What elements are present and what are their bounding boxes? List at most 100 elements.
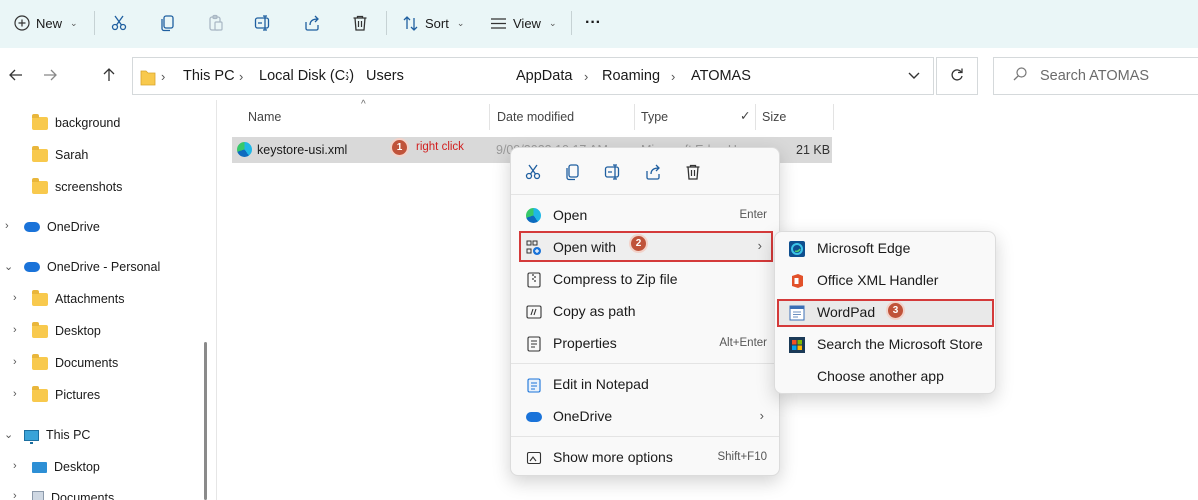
column-header-size[interactable]: Size (762, 110, 786, 124)
breadcrumb-users[interactable]: Users (366, 68, 404, 84)
rename-icon (254, 14, 272, 32)
cut-icon[interactable] (523, 162, 543, 182)
sidebar-item-onedrive-personal[interactable]: OneDrive - Personal (24, 256, 160, 278)
chevron-down-icon: ⌄ (548, 17, 557, 28)
chevron-down-icon[interactable]: ⌄ (4, 428, 13, 441)
quick-actions-bar (511, 148, 779, 193)
column-header-type[interactable]: Type (641, 110, 668, 124)
rename-icon[interactable] (603, 162, 623, 182)
up-button[interactable] (97, 64, 121, 88)
sidebar-item-pc-documents[interactable]: Documents (32, 487, 114, 500)
office-icon (789, 273, 805, 289)
sidebar-item-pc-desktop[interactable]: Desktop (32, 456, 100, 478)
edge-icon (237, 142, 252, 157)
cut-button[interactable] (110, 8, 128, 38)
breadcrumb-local-disk[interactable]: Local Disk (C:) (259, 68, 354, 84)
address-bar[interactable]: › This PC › Local Disk (C:) › Users AppD… (132, 57, 934, 95)
column-divider[interactable] (833, 104, 834, 130)
column-header-date-modified[interactable]: Date modified (497, 110, 574, 124)
chevron-right-icon[interactable]: › (13, 490, 17, 500)
refresh-button[interactable] (936, 57, 978, 95)
column-divider[interactable] (755, 104, 756, 130)
menu-item-compress-zip[interactable]: Compress to Zip file (519, 264, 773, 294)
chevron-right-icon[interactable]: › (13, 460, 17, 472)
sidebar-item-label: OneDrive - Personal (47, 260, 161, 274)
wordpad-icon (789, 305, 805, 321)
copy-button[interactable] (159, 8, 177, 38)
copy-icon[interactable] (563, 162, 583, 182)
share-button[interactable] (303, 8, 321, 38)
column-divider[interactable] (634, 104, 635, 130)
submenu-item-label: Office XML Handler (817, 272, 939, 288)
sort-icon (402, 15, 419, 32)
share-icon[interactable] (643, 162, 663, 182)
sidebar-item-documents[interactable]: Documents (32, 352, 118, 374)
copy-path-icon (525, 303, 542, 320)
sidebar-item-background[interactable]: background (32, 112, 120, 134)
submenu-item-office-xml-handler[interactable]: Office XML Handler (777, 267, 994, 295)
step-3-badge: 3 (886, 301, 905, 320)
menu-item-label: Properties (553, 335, 617, 351)
menu-item-properties[interactable]: Properties Alt+Enter (519, 328, 773, 358)
onedrive-icon (525, 408, 542, 425)
toolbar-divider (386, 11, 387, 35)
sidebar-scrollbar[interactable] (204, 342, 207, 500)
rename-button[interactable] (254, 8, 272, 38)
menu-item-copy-as-path[interactable]: Copy as path (519, 296, 773, 326)
sidebar-item-attachments[interactable]: Attachments (32, 288, 124, 310)
chevron-down-icon: ⌄ (456, 17, 465, 28)
submenu-item-microsoft-edge[interactable]: Microsoft Edge (777, 235, 994, 263)
sidebar-item-onedrive[interactable]: OneDrive (24, 216, 100, 238)
breadcrumb-appdata[interactable]: AppData (516, 68, 572, 84)
sidebar-item-pictures[interactable]: Pictures (32, 384, 100, 406)
forward-button[interactable] (38, 64, 62, 88)
more-options-button[interactable]: ··· (585, 8, 601, 38)
submenu-item-choose-another-app[interactable]: Choose another app (777, 363, 994, 391)
menu-item-label: Show more options (553, 449, 673, 465)
menu-item-onedrive[interactable]: OneDrive › (519, 401, 773, 431)
file-name[interactable]: keystore-usi.xml (257, 143, 347, 157)
breadcrumb-roaming[interactable]: Roaming (602, 68, 660, 84)
column-divider[interactable] (489, 104, 490, 130)
new-button[interactable]: New ⌄ (14, 8, 78, 38)
paste-button[interactable] (207, 8, 225, 38)
chevron-down-icon: ⌄ (70, 17, 78, 28)
refresh-icon (949, 67, 965, 86)
menu-item-show-more-options[interactable]: Show more options Shift+F10 (519, 442, 773, 472)
edge-icon (789, 241, 805, 257)
sidebar-item-sarah[interactable]: Sarah (32, 144, 88, 166)
sidebar-item-label: Pictures (55, 388, 101, 402)
folder-icon (32, 289, 48, 306)
address-history-button[interactable] (907, 69, 921, 84)
view-button[interactable]: View ⌄ (490, 8, 557, 38)
chevron-right-icon[interactable]: › (13, 356, 17, 368)
breadcrumb-this-pc[interactable]: This PC (183, 68, 235, 84)
context-menu: Open Enter Open with › 2 Compress to Zip… (510, 147, 780, 476)
delete-icon[interactable] (683, 162, 703, 182)
sort-button[interactable]: Sort ⌄ (402, 8, 464, 38)
back-button[interactable] (4, 64, 28, 88)
chevron-right-icon[interactable]: › (5, 220, 9, 232)
column-header-name[interactable]: Name (248, 110, 281, 124)
menu-item-edit-in-notepad[interactable]: Edit in Notepad (519, 369, 773, 399)
menu-item-open[interactable]: Open Enter (519, 200, 773, 230)
sidebar-item-label: Desktop (54, 460, 100, 474)
menu-divider (511, 363, 779, 364)
sidebar-item-screenshots[interactable]: screenshots (32, 176, 122, 198)
chevron-right-icon[interactable]: › (13, 292, 17, 304)
folder-icon (32, 353, 48, 370)
chevron-down-icon[interactable]: ⌄ (4, 260, 13, 273)
breadcrumb-separator: › (345, 69, 350, 84)
zip-icon (525, 271, 542, 288)
plus-icon (14, 15, 30, 31)
submenu-item-search-store[interactable]: Search the Microsoft Store (777, 331, 994, 359)
breadcrumb-atomas[interactable]: ATOMAS (691, 68, 751, 84)
search-input[interactable]: Search ATOMAS (993, 57, 1198, 95)
chevron-right-icon[interactable]: › (13, 324, 17, 336)
sidebar-item-this-pc[interactable]: This PC (24, 424, 90, 446)
delete-button[interactable] (351, 8, 369, 38)
sidebar-item-desktop[interactable]: Desktop (32, 320, 101, 342)
pane-divider (216, 100, 217, 500)
notepad-icon (525, 376, 542, 393)
chevron-right-icon[interactable]: › (13, 388, 17, 400)
